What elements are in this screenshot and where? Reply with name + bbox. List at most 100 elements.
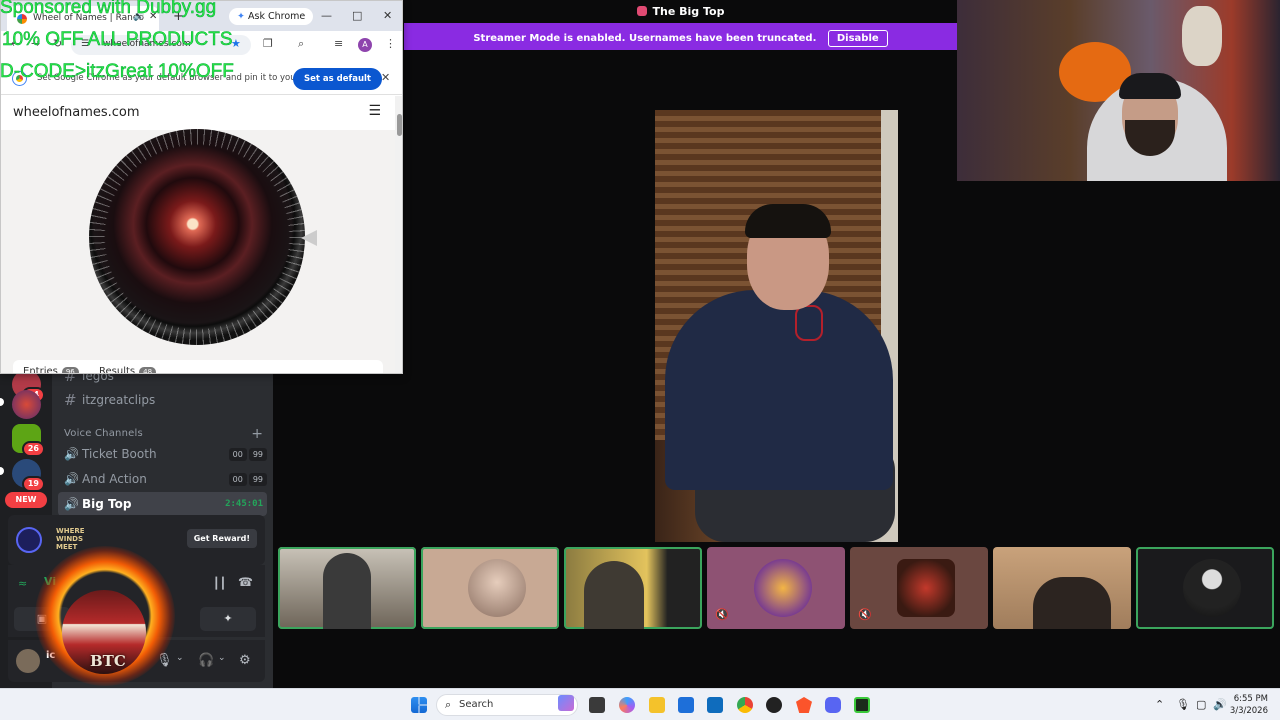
speaker-icon: 🔊	[64, 447, 79, 461]
search-highlight-icon[interactable]	[558, 695, 574, 711]
voice-channels-category[interactable]: Voice Channels	[64, 428, 143, 439]
server-icon[interactable]	[12, 390, 41, 419]
search-lens-icon[interactable]: ⌕	[298, 37, 304, 51]
disable-streamer-mode-button[interactable]: Disable	[827, 30, 888, 47]
clock-time: 6:55 PM	[1233, 694, 1268, 704]
search-icon: ⌕	[445, 698, 452, 711]
file-explorer-icon[interactable]	[649, 697, 665, 713]
unread-indicator	[0, 467, 4, 475]
maximize-icon[interactable]: □	[352, 9, 362, 22]
store-icon[interactable]	[678, 697, 694, 713]
stage-title-text: The Big Top	[652, 5, 725, 18]
headphones-icon[interactable]: 🎧	[198, 653, 214, 668]
brave-icon[interactable]	[796, 697, 812, 713]
copilot-icon[interactable]	[619, 697, 635, 713]
streamer-mode-banner: Streamer Mode is enabled. Usernames have…	[404, 23, 957, 50]
unread-badge: 19	[21, 476, 45, 492]
sponsor-overlay-line: D-CODE>itzGreat 10%OFF	[0, 61, 234, 83]
participant-tile[interactable]: 🔇	[707, 547, 845, 629]
page-scrollbar[interactable]	[395, 96, 402, 373]
side-panel-icon[interactable]: ≡	[334, 37, 343, 50]
sponsor-overlay-line: 10% OFF ALL PRODUCTS	[2, 29, 233, 51]
text-channel-itzgreatclips[interactable]: # itzgreatclips	[58, 388, 267, 412]
results-count: 48	[139, 367, 157, 373]
discord-icon[interactable]	[825, 697, 841, 713]
skull-decoration	[1182, 6, 1222, 66]
entries-label: Entries	[23, 366, 58, 374]
site-name[interactable]: wheelofnames.com	[13, 105, 140, 120]
minimize-icon[interactable]: —	[321, 9, 332, 22]
circus-logo-text: BTC	[90, 652, 126, 670]
mic-muted-icon: 🔇	[858, 608, 872, 621]
taskbar-search[interactable]: ⌕ Search	[436, 694, 578, 716]
soundboard-button[interactable]: ✦	[200, 607, 256, 631]
user-avatar[interactable]	[16, 649, 40, 673]
tray-microphone-icon[interactable]: 🎙	[1176, 698, 1190, 711]
channel-label: Big Top	[82, 497, 132, 511]
user-count: 00	[228, 472, 247, 486]
participant-tile[interactable]	[993, 547, 1131, 629]
participant-avatar	[897, 559, 955, 617]
chrome-taskbar-icon[interactable]	[737, 697, 753, 713]
close-infobar-icon[interactable]: ✕	[381, 71, 390, 84]
tray-volume-icon[interactable]: 🔊	[1213, 698, 1227, 711]
chevron-down-icon[interactable]: ⌄	[176, 653, 184, 663]
person-hair	[745, 204, 831, 238]
disconnect-icon[interactable]: ☎	[238, 575, 253, 589]
tray-chevron-up-icon[interactable]: ⌃	[1155, 698, 1164, 711]
user-limit: 00 99	[228, 472, 267, 486]
get-reward-button[interactable]: Get Reward!	[186, 529, 257, 548]
sponsor-overlay-line: Sponsored with Dubby.gg	[0, 0, 217, 18]
participant-avatar	[1183, 559, 1241, 617]
entries-count: 96	[61, 367, 79, 373]
scrollbar-thumb[interactable]	[397, 114, 402, 136]
participant-tile[interactable]	[564, 547, 702, 629]
tab-entries[interactable]: Entries 96	[23, 366, 79, 374]
participant-video	[323, 553, 371, 629]
ask-chrome-label: Ask Chrome	[248, 11, 306, 22]
outlook-icon[interactable]	[707, 697, 723, 713]
hash-icon: #	[64, 391, 77, 409]
main-video-feed[interactable]	[655, 110, 898, 542]
add-channel-icon[interactable]: +	[251, 426, 263, 442]
participant-tile[interactable]	[421, 547, 559, 629]
server-icon[interactable]: 19	[12, 459, 45, 492]
participant-tile[interactable]	[1136, 547, 1274, 629]
taskbar-clock[interactable]: 6:55 PM 3/3/2026	[1226, 693, 1268, 717]
set-as-default-button[interactable]: Set as default	[293, 68, 382, 90]
streaming-app-icon[interactable]	[854, 697, 870, 713]
task-view-icon[interactable]	[589, 697, 605, 713]
hamburger-menu-icon[interactable]: ☰	[368, 103, 381, 119]
tray-network-icon[interactable]: ▢	[1196, 698, 1206, 711]
extensions-icon[interactable]: ❐	[263, 37, 273, 50]
gear-icon[interactable]: ⚙	[239, 653, 251, 668]
participant-tile[interactable]: 🔇	[850, 547, 988, 629]
participant-tile[interactable]	[278, 547, 416, 629]
stage-title: The Big Top	[404, 0, 957, 23]
start-icon[interactable]	[411, 697, 427, 713]
unread-badge: 26	[21, 441, 45, 457]
wheel-entries-rim	[89, 129, 305, 345]
chevron-down-icon[interactable]: ⌄	[218, 653, 226, 663]
voice-channel-and-action[interactable]: 🔊 And Action 00 99	[58, 467, 267, 491]
speaker-icon: 🔊	[64, 497, 79, 511]
voice-channel-ticket-booth[interactable]: 🔊 Ticket Booth 00 99	[58, 442, 267, 466]
new-badge: NEW	[5, 492, 47, 508]
more-menu-icon[interactable]: ⋮	[385, 37, 396, 50]
user-limit-count: 99	[248, 447, 267, 461]
mic-muted-icon: 🔇	[715, 608, 729, 621]
signal-icon: ≈	[18, 577, 28, 590]
noise-suppression-icon[interactable]: ┃┃	[213, 577, 226, 590]
clock-date: 3/3/2026	[1229, 706, 1268, 716]
channel-label: Ticket Booth	[82, 447, 157, 461]
results-label: Results	[99, 366, 136, 374]
ask-chrome-button[interactable]: ✦ Ask Chrome	[229, 8, 314, 25]
profile-avatar[interactable]: A	[358, 38, 372, 52]
close-window-icon[interactable]: ✕	[383, 9, 392, 22]
tab-results[interactable]: Results 48	[99, 366, 157, 374]
server-icon[interactable]: 26	[12, 424, 45, 457]
voice-channel-big-top[interactable]: 🔊 Big Top 2:45:01	[58, 492, 267, 516]
obs-icon[interactable]	[766, 697, 782, 713]
streamer-hat	[1119, 73, 1181, 99]
hoodie-logo	[795, 305, 823, 341]
